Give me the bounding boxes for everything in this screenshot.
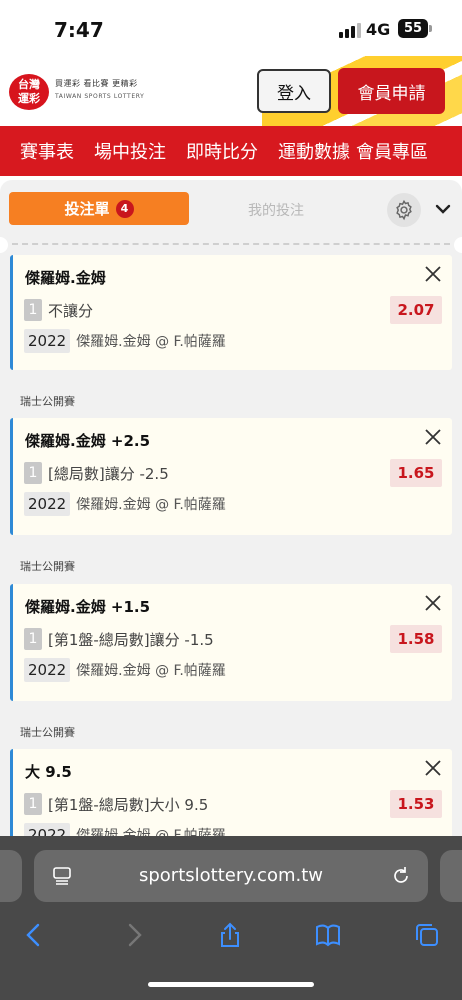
divider-line [12, 243, 450, 245]
signal-icon [339, 23, 361, 38]
status-bar: 7:47 4G 55 [0, 0, 462, 56]
login-button[interactable]: 登入 [257, 69, 331, 113]
bet-number: 1 [24, 462, 42, 484]
nav-item-live-score[interactable]: 即時比分 [186, 138, 258, 164]
browser-toolbar: sportslottery.com.tw [0, 836, 462, 1000]
nav-item-live-betting[interactable]: 場中投注 [94, 138, 166, 164]
event-name: 傑羅姆.金姆 @ F.帕薩羅 [76, 828, 226, 836]
market-row: 1 [第1盤-總局數]讓分 -1.5 [24, 628, 214, 650]
bookmarks-icon[interactable] [314, 921, 342, 949]
close-icon[interactable] [424, 265, 442, 283]
bet-card: 傑羅姆.金姆 1 不讓分 2.07 2022 傑羅姆.金姆 @ F.帕薩羅 [10, 255, 452, 370]
divider-notch-left [0, 237, 8, 253]
close-icon[interactable] [424, 428, 442, 446]
settings-gear-icon[interactable] [387, 193, 421, 227]
logo-icon[interactable]: 台灣 運彩 [9, 74, 49, 110]
event-row: 2022 傑羅姆.金姆 @ F.帕薩羅 [24, 823, 226, 836]
forward-icon [128, 923, 142, 947]
event-row: 2022 傑羅姆.金姆 @ F.帕薩羅 [24, 658, 226, 682]
category-label: 瑞士公開賽 [20, 395, 75, 408]
nav-item-member[interactable]: 會員專區 [356, 138, 428, 164]
event-year: 2022 [24, 658, 71, 682]
event-name: 傑羅姆.金姆 @ F.帕薩羅 [76, 663, 226, 679]
battery-icon: 55 [398, 19, 432, 38]
panel-tabs: 投注單 4 我的投注 [0, 180, 462, 236]
bet-market: [第1盤-總局數]大小 9.5 [48, 795, 209, 814]
register-button[interactable]: 會員申請 [338, 68, 445, 114]
bet-selection: 傑羅姆.金姆 +2.5 [25, 432, 151, 450]
logo-text: 買運彩 看比賽 更精彩 TAIWAN SPORTS LOTTERY [55, 78, 144, 100]
bet-selection: 傑羅姆.金姆 [25, 269, 106, 287]
logo-slogan: 買運彩 看比賽 更精彩 [55, 79, 138, 88]
bet-odds: 2.07 [390, 296, 442, 324]
back-icon[interactable] [20, 921, 48, 949]
close-icon[interactable] [424, 594, 442, 612]
bet-number: 1 [24, 299, 42, 321]
status-time: 7:47 [54, 18, 104, 42]
reload-icon[interactable] [390, 865, 412, 887]
network-type: 4G [366, 20, 391, 39]
category-label: 瑞士公開賽 [20, 560, 75, 573]
market-row: 1 [第1盤-總局數]大小 9.5 [24, 793, 208, 815]
event-row: 2022 傑羅姆.金姆 @ F.帕薩羅 [24, 492, 226, 516]
tab-my-bets[interactable]: 我的投注 [248, 200, 304, 220]
close-icon[interactable] [424, 759, 442, 777]
slip-divider [0, 236, 462, 254]
bet-count-badge: 4 [115, 199, 134, 218]
market-row: 1 [總局數]讓分 -2.5 [24, 462, 169, 484]
bet-market: [總局數]讓分 -2.5 [48, 464, 169, 483]
site-header: 台灣 運彩 買運彩 看比賽 更精彩 TAIWAN SPORTS LOTTERY 登… [0, 56, 462, 126]
event-name: 傑羅姆.金姆 @ F.帕薩羅 [76, 334, 226, 350]
tab-bet-slip[interactable]: 投注單 4 [9, 192, 189, 225]
bet-selection: 傑羅姆.金姆 +1.5 [25, 598, 151, 616]
chevron-down-icon[interactable] [434, 202, 452, 216]
bet-card: 傑羅姆.金姆 +2.5 1 [總局數]讓分 -2.5 1.65 2022 傑羅姆… [10, 418, 452, 535]
category-label: 瑞士公開賽 [20, 726, 75, 739]
bet-odds: 1.58 [390, 625, 442, 653]
event-year: 2022 [24, 329, 71, 353]
share-icon[interactable] [216, 921, 244, 949]
previous-tab-peek[interactable] [0, 850, 22, 902]
event-row: 2022 傑羅姆.金姆 @ F.帕薩羅 [24, 329, 226, 353]
logo-english: TAIWAN SPORTS LOTTERY [55, 93, 145, 100]
event-year: 2022 [24, 823, 71, 836]
bet-card: 傑羅姆.金姆 +1.5 1 [第1盤-總局數]讓分 -1.5 1.58 2022… [10, 584, 452, 701]
main-nav: 賽事表 場中投注 即時比分 運動數據 會員專區 [0, 126, 462, 176]
bet-number: 1 [24, 628, 42, 650]
address-bar[interactable]: sportslottery.com.tw [34, 850, 428, 902]
nav-item-sports-data[interactable]: 運動數據 [278, 138, 350, 164]
bet-market: [第1盤-總局數]讓分 -1.5 [48, 630, 214, 649]
bet-selection: 大 9.5 [25, 763, 72, 781]
url-text: sportslottery.com.tw [138, 865, 323, 886]
tab-bet-slip-label: 投注單 [64, 200, 110, 218]
tabs-icon[interactable] [413, 921, 441, 949]
event-year: 2022 [24, 492, 71, 516]
bet-slip-panel: 投注單 4 我的投注 傑羅姆.金姆 1 不讓分 2.07 2022 傑羅姆.金姆… [0, 180, 462, 836]
nav-item-schedule[interactable]: 賽事表 [20, 138, 74, 164]
bet-market: 不讓分 [48, 301, 94, 320]
bet-odds: 1.65 [390, 459, 442, 487]
bet-card: 大 9.5 1 [第1盤-總局數]大小 9.5 1.53 2022 傑羅姆.金姆… [10, 749, 452, 836]
market-row: 1 不讓分 [24, 299, 93, 321]
event-name: 傑羅姆.金姆 @ F.帕薩羅 [76, 497, 226, 513]
bet-number: 1 [24, 793, 42, 815]
home-indicator[interactable] [148, 982, 314, 987]
next-tab-peek[interactable] [440, 850, 462, 902]
divider-notch-right [454, 237, 462, 253]
bet-odds: 1.53 [390, 790, 442, 818]
